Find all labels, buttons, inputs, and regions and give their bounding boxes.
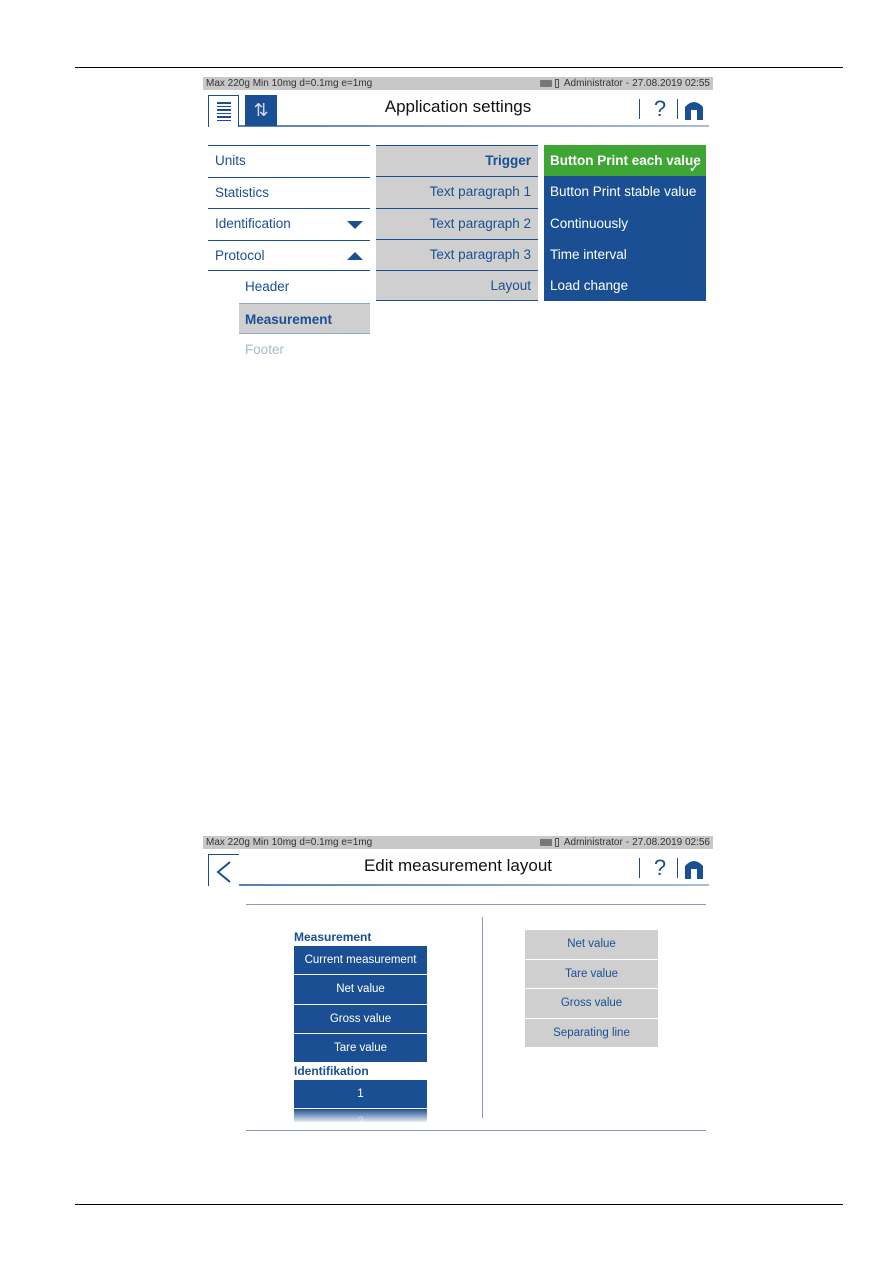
section-label-measurement: Measurement [294, 930, 372, 944]
value-load-change[interactable]: Load change [544, 270, 706, 301]
layout-item-tare-value[interactable]: Tare value [525, 959, 658, 989]
measurement-options: Trigger Text paragraph 1 Text paragraph … [376, 145, 538, 302]
up-down-arrows-icon: ⇅ [253, 100, 269, 120]
available-item-id-2[interactable]: 2 [294, 1109, 427, 1124]
help-button[interactable]: ? [646, 95, 674, 123]
selected-layout-items: Net value Tare value Gross value Separat… [525, 930, 658, 1048]
scale-info: Max 220g Min 10mg d=0.1mg e=1mg [206, 837, 373, 848]
home-icon[interactable] [683, 857, 705, 879]
settings-menu: Units Statistics Identification Protocol… [208, 145, 370, 366]
chevron-left-icon [216, 861, 231, 883]
menu-item-identification[interactable]: Identification [208, 208, 370, 240]
scale-info: Max 220g Min 10mg d=0.1mg e=1mg [206, 78, 373, 89]
menu-item-label: Statistics [215, 184, 270, 200]
date-time: 27.08.2019 02:56 [632, 837, 710, 848]
divider [677, 99, 678, 119]
title-bar: Application settings ⇅ ? [203, 90, 713, 127]
menu-item-units[interactable]: Units [208, 145, 370, 177]
title-underline [239, 125, 709, 127]
value-label: Button Print each value [550, 153, 701, 168]
status-bar: Max 220g Min 10mg d=0.1mg e=1mg Administ… [203, 836, 713, 849]
layout-item-gross-value[interactable]: Gross value [525, 989, 658, 1019]
value-button-print-each[interactable]: Button Print each value ✓ [544, 145, 706, 177]
content-top-rule [246, 904, 706, 905]
option-trigger[interactable]: Trigger [376, 145, 538, 177]
menu-item-protocol[interactable]: Protocol [208, 239, 370, 271]
keyboard-icon [539, 80, 552, 87]
option-text-paragraph-2[interactable]: Text paragraph 2 [376, 207, 538, 239]
available-measurement-items: Current measurement Net value Gross valu… [294, 946, 427, 1064]
title-underline [239, 884, 709, 886]
date-time: 27.08.2019 02:55 [632, 78, 710, 89]
menu-item-label: Units [215, 153, 246, 168]
available-identification-items: 1 2 [294, 1080, 427, 1124]
divider [677, 858, 678, 878]
option-text-paragraph-3[interactable]: Text paragraph 3 [376, 238, 538, 271]
title-bar: Edit measurement layout ? [203, 849, 713, 886]
battery-icon [554, 79, 559, 88]
expand-down-icon [347, 221, 363, 229]
application-settings-screen: Max 220g Min 10mg d=0.1mg e=1mg Administ… [203, 77, 713, 367]
menu-item-label: Protocol [215, 247, 265, 263]
list-icon [216, 102, 231, 121]
edit-layout-screen: Max 220g Min 10mg d=0.1mg e=1mg Administ… [203, 836, 713, 1136]
divider [639, 858, 640, 878]
section-label-identifikation: Identifikation [294, 1064, 369, 1078]
divider [639, 99, 640, 119]
value-button-print-stable[interactable]: Button Print stable value [544, 176, 706, 207]
available-item-current-measurement[interactable]: Current measurement [294, 946, 427, 976]
option-layout[interactable]: Layout [376, 270, 538, 302]
menu-item-label: Identification [215, 216, 291, 231]
keyboard-icon [539, 839, 552, 846]
checkmark-icon: ✓ [688, 161, 699, 175]
submenu-item-footer[interactable]: Footer [239, 334, 370, 366]
status-separator: - [625, 837, 630, 848]
home-icon[interactable] [683, 98, 705, 120]
available-item-id-1[interactable]: 1 [294, 1080, 427, 1110]
content-bottom-rule [246, 1130, 706, 1131]
layout-item-separating-line[interactable]: Separating line [525, 1018, 658, 1048]
collapse-up-icon [347, 251, 363, 260]
help-button[interactable]: ? [646, 854, 674, 882]
user-name: Administrator [563, 837, 623, 848]
submenu-item-header[interactable]: Header [239, 271, 370, 303]
option-text-paragraph-1[interactable]: Text paragraph 1 [376, 176, 538, 208]
user-name: Administrator [563, 78, 623, 89]
page-title: Application settings [384, 97, 532, 116]
sort-tab[interactable]: ⇅ [245, 95, 277, 126]
value-time-interval[interactable]: Time interval [544, 239, 706, 270]
available-item-gross-value[interactable]: Gross value [294, 1004, 427, 1034]
back-button[interactable] [208, 854, 239, 886]
submenu-item-measurement[interactable]: Measurement [239, 302, 370, 334]
trigger-values: Button Print each value ✓ Button Print s… [544, 145, 706, 302]
column-divider [482, 917, 483, 1118]
page-footer-rule [75, 1204, 843, 1205]
menu-item-statistics[interactable]: Statistics [208, 176, 370, 209]
battery-icon [554, 838, 559, 847]
page-title: Edit measurement layout [363, 856, 553, 875]
available-item-net-value[interactable]: Net value [294, 975, 427, 1005]
status-separator: - [625, 78, 630, 89]
list-view-tab[interactable] [208, 95, 239, 127]
value-continuously[interactable]: Continuously [544, 208, 706, 239]
page-header-rule [75, 67, 843, 68]
available-item-tare-value[interactable]: Tare value [294, 1033, 427, 1064]
layout-item-net-value[interactable]: Net value [525, 930, 658, 960]
status-bar: Max 220g Min 10mg d=0.1mg e=1mg Administ… [203, 77, 713, 90]
